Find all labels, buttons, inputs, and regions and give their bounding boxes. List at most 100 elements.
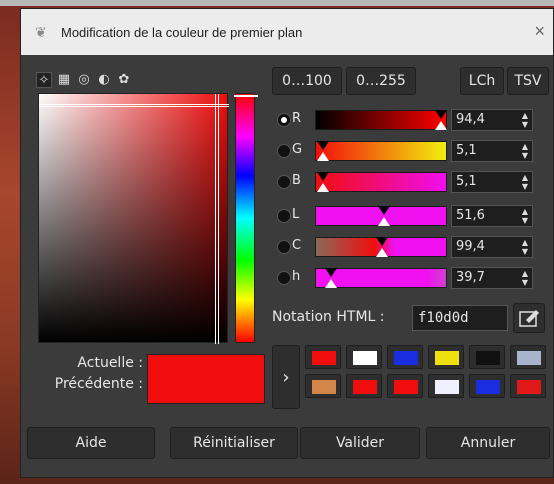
hue-strip[interactable] <box>234 93 258 343</box>
tsv-button[interactable]: TSV <box>507 67 549 95</box>
swatch-color <box>517 380 541 394</box>
spin-arrows-icon[interactable]: ▲ ▼ <box>520 142 530 160</box>
watercolor-icon[interactable]: ◎ <box>76 72 92 88</box>
slider-thumb[interactable] <box>435 121 447 130</box>
cmyk-icon[interactable]: ▦ <box>56 72 72 88</box>
slider-thumb[interactable] <box>317 183 329 192</box>
channel-value[interactable]: 39,7 ▲ ▼ <box>451 267 533 289</box>
chevron-right-icon: › <box>282 366 290 388</box>
swatch-color <box>517 351 541 365</box>
cancel-button[interactable]: Annuler <box>426 427 550 459</box>
crosshair-vertical <box>215 94 216 344</box>
channel-value-text: 94,4 <box>456 112 485 127</box>
history-swatch[interactable] <box>346 374 382 398</box>
channel-slider[interactable] <box>315 172 447 192</box>
channel-slider[interactable] <box>315 237 447 257</box>
desktop-strip <box>0 0 554 6</box>
slider-thumb[interactable] <box>317 152 329 161</box>
channel-radio[interactable] <box>277 144 291 158</box>
spin-arrows-icon[interactable]: ▲ ▼ <box>520 269 530 287</box>
channel-value[interactable]: 99,4 ▲ ▼ <box>451 236 533 258</box>
range-100-button[interactable]: 0…100 <box>272 67 342 95</box>
channel-radio[interactable] <box>277 209 291 223</box>
swatch-color <box>476 380 500 394</box>
spin-arrows-icon[interactable]: ▲ ▼ <box>520 111 530 129</box>
palette-icon[interactable]: ✿ <box>116 72 132 88</box>
crosshair-horizontal-2 <box>39 106 229 107</box>
channel-value-text: 99,4 <box>456 239 485 254</box>
channel-value[interactable]: 51,6 ▲ ▼ <box>451 205 533 227</box>
slider-thumb-top <box>378 206 390 215</box>
channel-slider[interactable] <box>315 141 447 161</box>
channel-slider[interactable] <box>315 268 447 288</box>
history-swatch[interactable] <box>346 345 382 369</box>
channel-value[interactable]: 5,1 ▲ ▼ <box>451 140 533 162</box>
slider-thumb-top <box>325 268 337 277</box>
history-swatch[interactable] <box>469 374 505 398</box>
channel-radio[interactable] <box>277 240 291 254</box>
channel-value-text: 5,1 <box>456 143 477 158</box>
spin-arrows-icon[interactable]: ▲ ▼ <box>520 207 530 225</box>
channel-label: L <box>292 207 300 222</box>
color-picker-button[interactable] <box>513 303 545 333</box>
current-label: Actuelle : <box>77 355 143 371</box>
html-notation-input[interactable]: f10d0d <box>412 305 508 331</box>
swatch-color <box>312 351 336 365</box>
channel-value[interactable]: 5,1 ▲ ▼ <box>451 171 533 193</box>
html-notation-label: Notation HTML : <box>272 309 385 325</box>
slider-thumb-top <box>317 141 329 150</box>
color-dialog: ❦ Modification de la couleur de premier … <box>20 8 554 478</box>
channel-value-text: 39,7 <box>456 270 485 285</box>
wheel-icon[interactable]: ◐ <box>96 72 112 88</box>
slider-thumb-top <box>317 172 329 181</box>
slider-thumb[interactable] <box>325 279 337 288</box>
range-255-button[interactable]: 0…255 <box>346 67 416 95</box>
spin-arrows-icon[interactable]: ▲ ▼ <box>520 173 530 191</box>
history-swatch[interactable] <box>469 345 505 369</box>
title-bar: ❦ Modification de la couleur de premier … <box>21 9 553 55</box>
lch-button[interactable]: LCh <box>460 67 504 95</box>
channel-slider[interactable] <box>315 206 447 226</box>
channel-value[interactable]: 94,4 ▲ ▼ <box>451 109 533 131</box>
swatch-color <box>394 351 418 365</box>
history-expand-button[interactable]: › <box>272 345 300 409</box>
close-icon[interactable]: × <box>534 21 545 42</box>
swatch-color <box>312 380 336 394</box>
hue-marker[interactable] <box>234 95 258 97</box>
spin-arrows-icon[interactable]: ▲ ▼ <box>520 238 530 256</box>
crosshair-horizontal <box>39 104 229 105</box>
channel-radio[interactable] <box>277 271 291 285</box>
color-area[interactable] <box>38 93 229 344</box>
swatch-color <box>394 380 418 394</box>
history-swatch[interactable] <box>428 374 464 398</box>
history-swatch[interactable] <box>387 374 423 398</box>
swatch-color <box>353 351 377 365</box>
reset-button[interactable]: Réinitialiser <box>170 427 298 459</box>
history-swatch[interactable] <box>510 345 546 369</box>
channel-value-text: 51,6 <box>456 208 485 223</box>
history-swatch[interactable] <box>428 345 464 369</box>
channel-label: R <box>292 111 302 126</box>
history-swatch[interactable] <box>387 345 423 369</box>
history-swatch[interactable] <box>305 374 341 398</box>
channel-slider[interactable] <box>315 110 447 130</box>
slider-thumb[interactable] <box>376 248 388 257</box>
current-color-swatch <box>147 354 265 404</box>
history-swatch[interactable] <box>510 374 546 398</box>
channel-radio[interactable] <box>277 113 291 127</box>
swatch-color <box>476 351 500 365</box>
gimp-app-icon: ❦ <box>35 24 47 40</box>
crosshair-vertical-2 <box>218 94 219 344</box>
previous-label: Précédente : <box>54 376 143 392</box>
selector-tabs: ✧ ▦ ◎ ◐ ✿ <box>36 70 132 90</box>
history-swatch[interactable] <box>305 345 341 369</box>
help-button[interactable]: Aide <box>27 427 155 459</box>
swatch-color <box>435 351 459 365</box>
scales-icon[interactable]: ✧ <box>36 72 52 88</box>
ok-button[interactable]: Valider <box>300 427 420 459</box>
channel-label: C <box>292 238 302 253</box>
slider-thumb[interactable] <box>378 217 390 226</box>
swatch-color <box>353 380 377 394</box>
channel-radio[interactable] <box>277 175 291 189</box>
channel-value-text: 5,1 <box>456 174 477 189</box>
